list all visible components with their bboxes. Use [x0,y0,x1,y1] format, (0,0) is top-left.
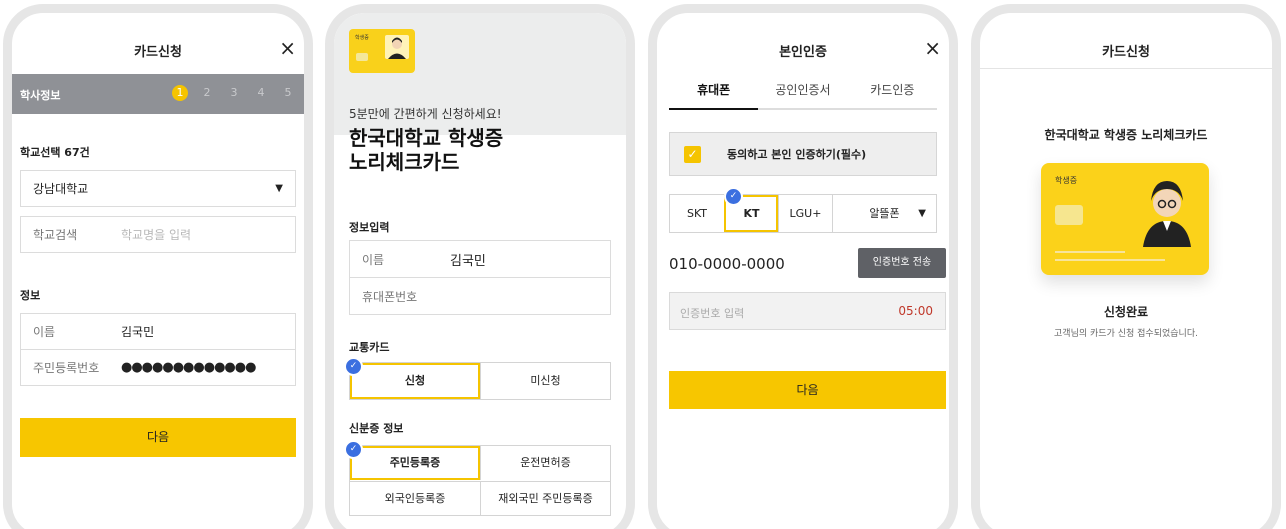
phone-field[interactable]: 휴대폰번호 [349,277,611,315]
id-option-driver-license[interactable]: 운전면허증 [480,446,610,480]
check-icon: ✓ [344,440,363,459]
hero-headline-line2: 노리체크카드 [349,150,460,174]
send-code-button[interactable]: 인증번호 전송 [858,248,946,278]
carrier-lgu[interactable]: LGU+ [778,195,832,232]
card-chip [356,53,368,61]
code-input-field[interactable]: 인증번호 입력 05:00 [669,292,946,330]
card-chip [1055,205,1083,225]
chevron-down-icon: ▼ [918,208,926,219]
phone-label: 휴대폰번호 [362,289,418,304]
name-field[interactable]: 이름 김국민 [20,313,296,350]
page-title: 본인인증 [779,45,827,60]
rrn-field[interactable]: 주민등록번호 ●●●●●●●●●●●●● [20,349,296,386]
phone-screen-intro-form: 학생증 5분만에 간편하게 신청하세요! 한국대학교 학생증 노리체크카드 정보… [325,4,635,529]
school-search-input[interactable]: 학교명을 입력 [121,226,191,243]
school-select-value: 강남대학교 [33,182,89,196]
id-section-title: 신분증 정보 [349,422,404,435]
step-3: 3 [230,86,238,99]
step-2: 2 [203,86,211,99]
check-icon[interactable]: ✓ [684,145,701,163]
transit-decline-option[interactable]: 미신청 [480,363,610,399]
avatar-icon [385,35,409,59]
close-icon[interactable]: × [924,38,941,58]
complete-message: 고객님의 카드가 신청 접수되었습니다. [1054,329,1198,339]
phone-number: 010-0000-0000 [669,255,785,273]
card-product-title: 한국대학교 학생증 노리체크카드 [1044,128,1208,142]
divider [980,68,1272,69]
verify-tabs: 휴대폰 공인인증서 카드인증 [669,81,937,110]
transit-toggle: 신청 미신청 [349,362,611,400]
carrier-selector: SKT KT LGU+ 알뜰폰 ▼ [669,194,937,233]
id-option-overseas-card[interactable]: 재외국민 주민등록증 [480,481,610,515]
close-icon[interactable]: × [279,38,296,58]
transit-section-title: 교통카드 [349,341,390,354]
hero-subtitle: 5분만에 간편하게 신청하세요! [349,107,502,121]
phone-screen-complete: 카드신청 한국대학교 학생증 노리체크카드 학생증 신청완료 고객님의 카드가 … [971,4,1281,529]
student-card-image: 학생증 [1041,163,1209,275]
avatar-icon [1143,181,1191,247]
id-option-resident-card[interactable]: 주민등록증 [350,446,480,480]
complete-title: 신청완료 [1103,305,1149,319]
page-title: 카드신청 [134,45,182,60]
tab-card[interactable]: 카드인증 [848,81,937,108]
student-card-image: 학생증 [349,29,415,73]
info-section-title: 정보 [20,289,41,302]
countdown-timer: 05:00 [898,304,933,318]
next-button[interactable]: 다음 [669,371,946,409]
tab-phone[interactable]: 휴대폰 [669,81,759,110]
info-section-title: 정보입력 [349,221,390,234]
step-4: 4 [257,86,265,99]
hero-headline-line1: 한국대학교 학생증 [349,126,504,150]
school-search-label: 학교검색 [33,228,78,242]
step-5: 5 [284,86,292,99]
phone-screen-verification: 본인인증 × 휴대폰 공인인증서 카드인증 ✓ 동의하고 본인 인증하기(필수)… [648,4,958,529]
step-1: 1 [172,85,188,101]
hero-headline: 한국대학교 학생증 노리체크카드 [349,126,503,174]
rrn-value: ●●●●●●●●●●●●● [121,360,256,375]
card-stripe [1055,259,1165,261]
chevron-down-icon: ▼ [275,183,283,194]
name-label: 이름 [362,252,385,267]
transit-apply-option[interactable]: 신청 [350,363,480,399]
next-button[interactable]: 다음 [20,418,296,457]
name-value: 김국민 [121,325,155,339]
step-indicator: 1 2 3 4 5 [172,85,296,101]
school-select[interactable]: 강남대학교 ▼ [20,170,296,207]
carrier-mvno-select[interactable]: 알뜰폰 ▼ [832,195,936,232]
check-icon: ✓ [344,357,363,376]
step-bar: 학사정보 1 2 3 4 5 [12,74,304,114]
name-field[interactable]: 이름 김국민 [349,240,611,278]
rrn-label: 주민등록번호 [33,361,100,375]
step-label: 학사정보 [20,89,61,102]
carrier-mvno: 알뜰폰 [869,207,900,220]
agree-label: 동의하고 본인 인증하기(필수) [727,148,867,161]
card-stripe [1055,251,1125,253]
page-title: 카드신청 [1102,45,1150,60]
name-value: 김국민 [450,253,486,269]
id-type-grid: 주민등록증 운전면허증 외국인등록증 재외국민 주민등록증 [349,445,611,516]
school-section-title: 학교선택 67건 [20,146,90,159]
card-label: 학생증 [1055,176,1078,185]
school-search-field[interactable]: 학교검색 학교명을 입력 [20,216,296,253]
phone-screen-card-apply: 카드신청 × 학사정보 1 2 3 4 5 학교선택 67건 강남대학교 ▼ 학… [3,4,313,529]
code-input[interactable]: 인증번호 입력 [680,305,744,321]
agree-checkbox-row[interactable]: ✓ 동의하고 본인 인증하기(필수) [669,132,937,176]
card-label: 학생증 [355,35,369,41]
carrier-skt[interactable]: SKT [670,195,724,232]
id-option-foreigner-card[interactable]: 외국인등록증 [350,481,480,515]
name-label: 이름 [33,325,56,339]
check-icon: ✓ [724,187,743,206]
tab-certificate[interactable]: 공인인증서 [758,81,847,108]
